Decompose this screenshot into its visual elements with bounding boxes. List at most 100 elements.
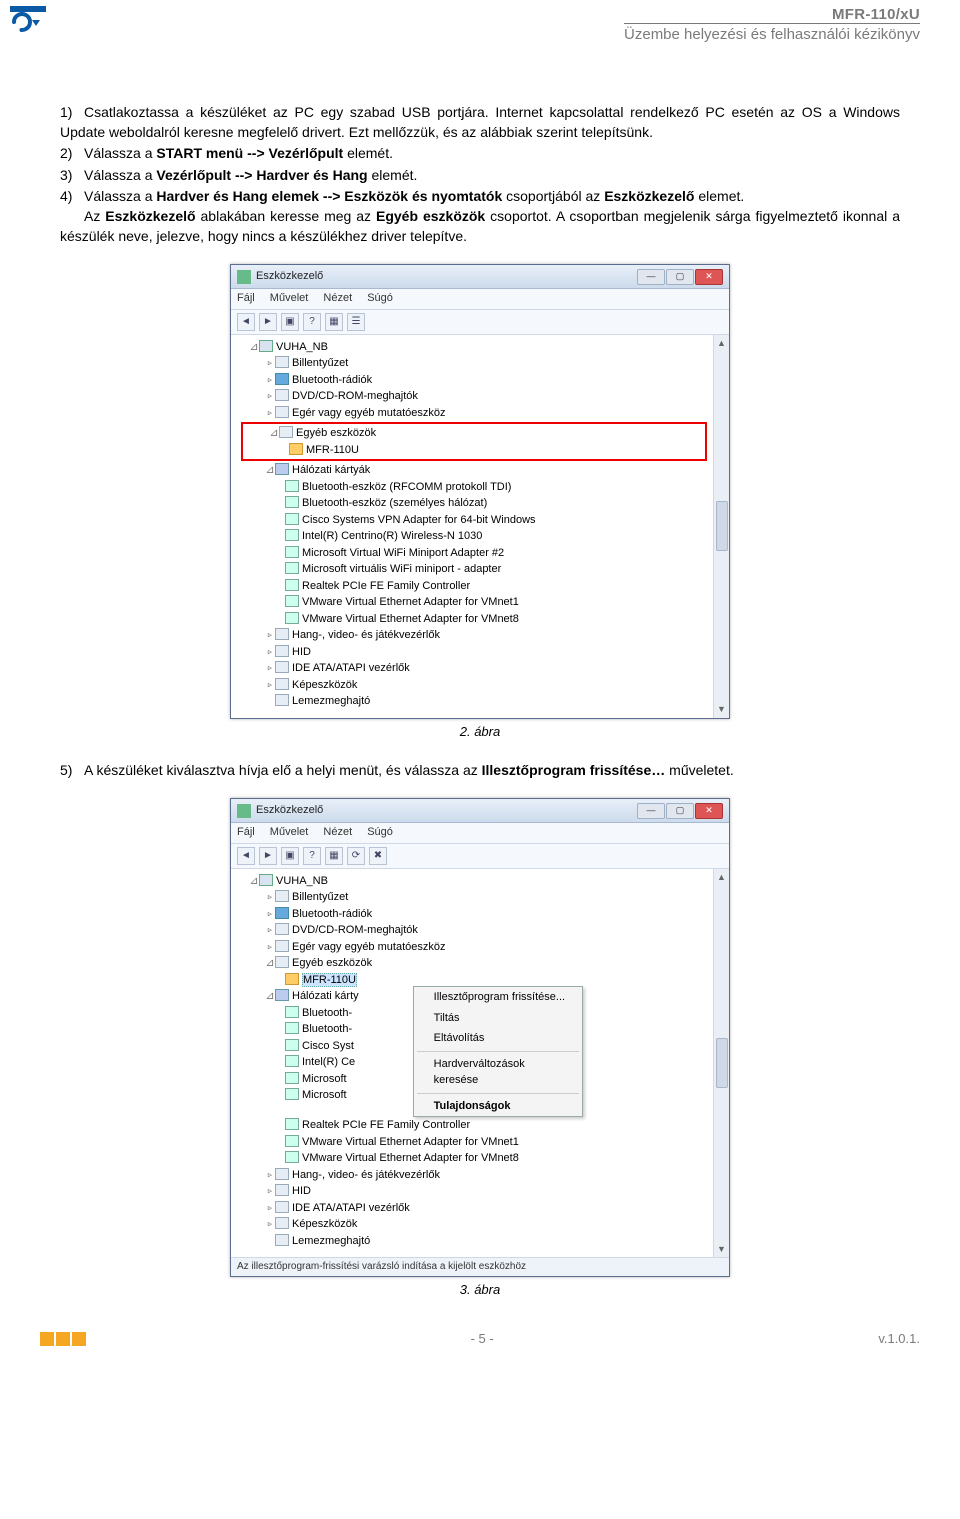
ide-icon — [275, 661, 289, 673]
minimize-button[interactable]: — — [637, 803, 665, 819]
computer-icon — [259, 874, 273, 886]
adapter-icon — [285, 1151, 299, 1163]
window-title: Eszközkezelő — [256, 269, 323, 284]
devmgr-icon — [237, 270, 251, 284]
tb-back-icon[interactable]: ◄ — [237, 847, 255, 865]
adapter-icon — [285, 1088, 299, 1100]
keyboard-icon — [275, 890, 289, 902]
maximize-button[interactable]: ▢ — [666, 269, 694, 285]
dvd-icon — [275, 923, 289, 935]
menu-action[interactable]: Művelet — [270, 826, 309, 838]
menu-file[interactable]: Fájl — [237, 292, 255, 304]
other-device-item-selected[interactable]: MFR-110U — [302, 973, 357, 987]
tb-prop-icon[interactable]: ☰ — [347, 313, 365, 331]
window-menubar[interactable]: Fájl Művelet Nézet Súgó — [231, 823, 729, 843]
sound-icon — [275, 1168, 289, 1180]
tb-help-icon[interactable]: ? — [303, 313, 321, 331]
mouse-icon — [275, 406, 289, 418]
tb-back-icon[interactable]: ◄ — [237, 313, 255, 331]
footer-squares-icon — [40, 1332, 86, 1346]
adapter-icon — [285, 1006, 299, 1018]
device-tree[interactable]: ⊿VUHA_NB ▹Billentyűzet ▹Bluetooth-rádiók… — [231, 869, 713, 1258]
menu-help[interactable]: Súgó — [367, 826, 393, 838]
context-menu[interactable]: Illesztőprogram frissítése... Tiltás Elt… — [413, 986, 583, 1117]
ctx-uninstall[interactable]: Eltávolítás — [414, 1028, 582, 1049]
tb-fwd-icon[interactable]: ► — [259, 847, 277, 865]
warning-device-icon — [285, 973, 299, 985]
figure-2-caption: 2. ábra — [60, 723, 900, 741]
content-area: 1)Csatlakoztassa a készüléket az PC egy … — [0, 43, 960, 1299]
tb-scan-icon[interactable]: ▦ — [325, 847, 343, 865]
window-titlebar[interactable]: Eszközkezelő — ▢ ✕ — [231, 799, 729, 823]
hid-icon — [275, 1184, 289, 1196]
tb-update-icon[interactable]: ⟳ — [347, 847, 365, 865]
ctx-separator — [417, 1051, 579, 1052]
ctx-scan-hw[interactable]: Hardverváltozások keresése — [414, 1054, 582, 1091]
highlighted-group: ⊿Egyéb eszközök MFR-110U — [241, 422, 707, 461]
tb-scan-icon[interactable]: ▦ — [325, 313, 343, 331]
status-bar: Az illesztőprogram-frissítési varázsló i… — [231, 1257, 729, 1276]
window-titlebar[interactable]: Eszközkezelő — ▢ ✕ — [231, 265, 729, 289]
dvd-icon — [275, 389, 289, 401]
step-4: 4)Válassza a Hardver és Hang elemek --> … — [60, 187, 900, 246]
tree-root[interactable]: VUHA_NB — [276, 341, 328, 353]
warning-device-icon — [289, 443, 303, 455]
page-number: - 5 - — [471, 1331, 494, 1346]
brand-logo-icon — [10, 6, 46, 34]
ctx-properties[interactable]: Tulajdonságok — [414, 1096, 582, 1117]
adapter-icon — [285, 496, 299, 508]
tb-refresh-icon[interactable]: ▣ — [281, 847, 299, 865]
computer-icon — [259, 340, 273, 352]
window-menubar[interactable]: Fájl Művelet Nézet Súgó — [231, 289, 729, 309]
sound-icon — [275, 628, 289, 640]
scrollbar[interactable]: ▲▼ — [713, 335, 729, 718]
window-title: Eszközkezelő — [256, 803, 323, 818]
device-tree[interactable]: ⊿VUHA_NB ▹Billentyűzet ▹Bluetooth-rádiók… — [231, 335, 713, 718]
minimize-button[interactable]: — — [637, 269, 665, 285]
figure-3-caption: 3. ábra — [60, 1281, 900, 1299]
menu-file[interactable]: Fájl — [237, 826, 255, 838]
adapter-icon — [285, 1135, 299, 1147]
adapter-icon — [285, 546, 299, 558]
tb-remove-icon[interactable]: ✖ — [369, 847, 387, 865]
step-3: 3)Válassza a Vezérlőpult --> Hardver és … — [60, 166, 900, 186]
adapter-icon — [285, 529, 299, 541]
menu-view[interactable]: Nézet — [323, 292, 352, 304]
bluetooth-icon — [275, 373, 289, 385]
tree-root[interactable]: VUHA_NB — [276, 875, 328, 887]
menu-action[interactable]: Művelet — [270, 292, 309, 304]
adapter-icon — [285, 612, 299, 624]
adapter-icon — [285, 562, 299, 574]
tb-help-icon[interactable]: ? — [303, 847, 321, 865]
page-footer: - 5 - v.1.0.1. — [0, 1319, 960, 1362]
scrollbar[interactable]: ▲▼ — [713, 869, 729, 1258]
tb-fwd-icon[interactable]: ► — [259, 313, 277, 331]
maximize-button[interactable]: ▢ — [666, 803, 694, 819]
menu-help[interactable]: Súgó — [367, 292, 393, 304]
close-button[interactable]: ✕ — [695, 803, 723, 819]
ide-icon — [275, 1201, 289, 1213]
disk-icon — [275, 694, 289, 706]
ctx-update-driver[interactable]: Illesztőprogram frissítése... — [414, 987, 582, 1008]
devmgr-icon — [237, 804, 251, 818]
adapter-icon — [285, 480, 299, 492]
page-header: MFR-110/xU Üzembe helyezési és felhaszná… — [0, 0, 960, 43]
step-5: 5)A készüléket kiválasztva hívja elő a h… — [60, 761, 900, 781]
other-device-item[interactable]: MFR-110U — [306, 444, 359, 456]
close-button[interactable]: ✕ — [695, 269, 723, 285]
window-toolbar: ◄ ► ▣ ? ▦ ☰ — [231, 310, 729, 335]
menu-view[interactable]: Nézet — [323, 826, 352, 838]
step-1: 1)Csatlakoztassa a készüléket az PC egy … — [60, 103, 900, 142]
adapter-icon — [285, 1072, 299, 1084]
adapter-icon — [285, 1055, 299, 1067]
doc-subtitle: Üzembe helyezési és felhasználói kézikön… — [624, 23, 920, 43]
window-toolbar: ◄ ► ▣ ? ▦ ⟳ ✖ — [231, 844, 729, 869]
ctx-disable[interactable]: Tiltás — [414, 1008, 582, 1029]
adapter-icon — [285, 1118, 299, 1130]
adapter-icon — [285, 579, 299, 591]
keyboard-icon — [275, 356, 289, 368]
other-devices-icon — [275, 956, 289, 968]
tb-refresh-icon[interactable]: ▣ — [281, 313, 299, 331]
hid-icon — [275, 645, 289, 657]
adapter-icon — [285, 513, 299, 525]
